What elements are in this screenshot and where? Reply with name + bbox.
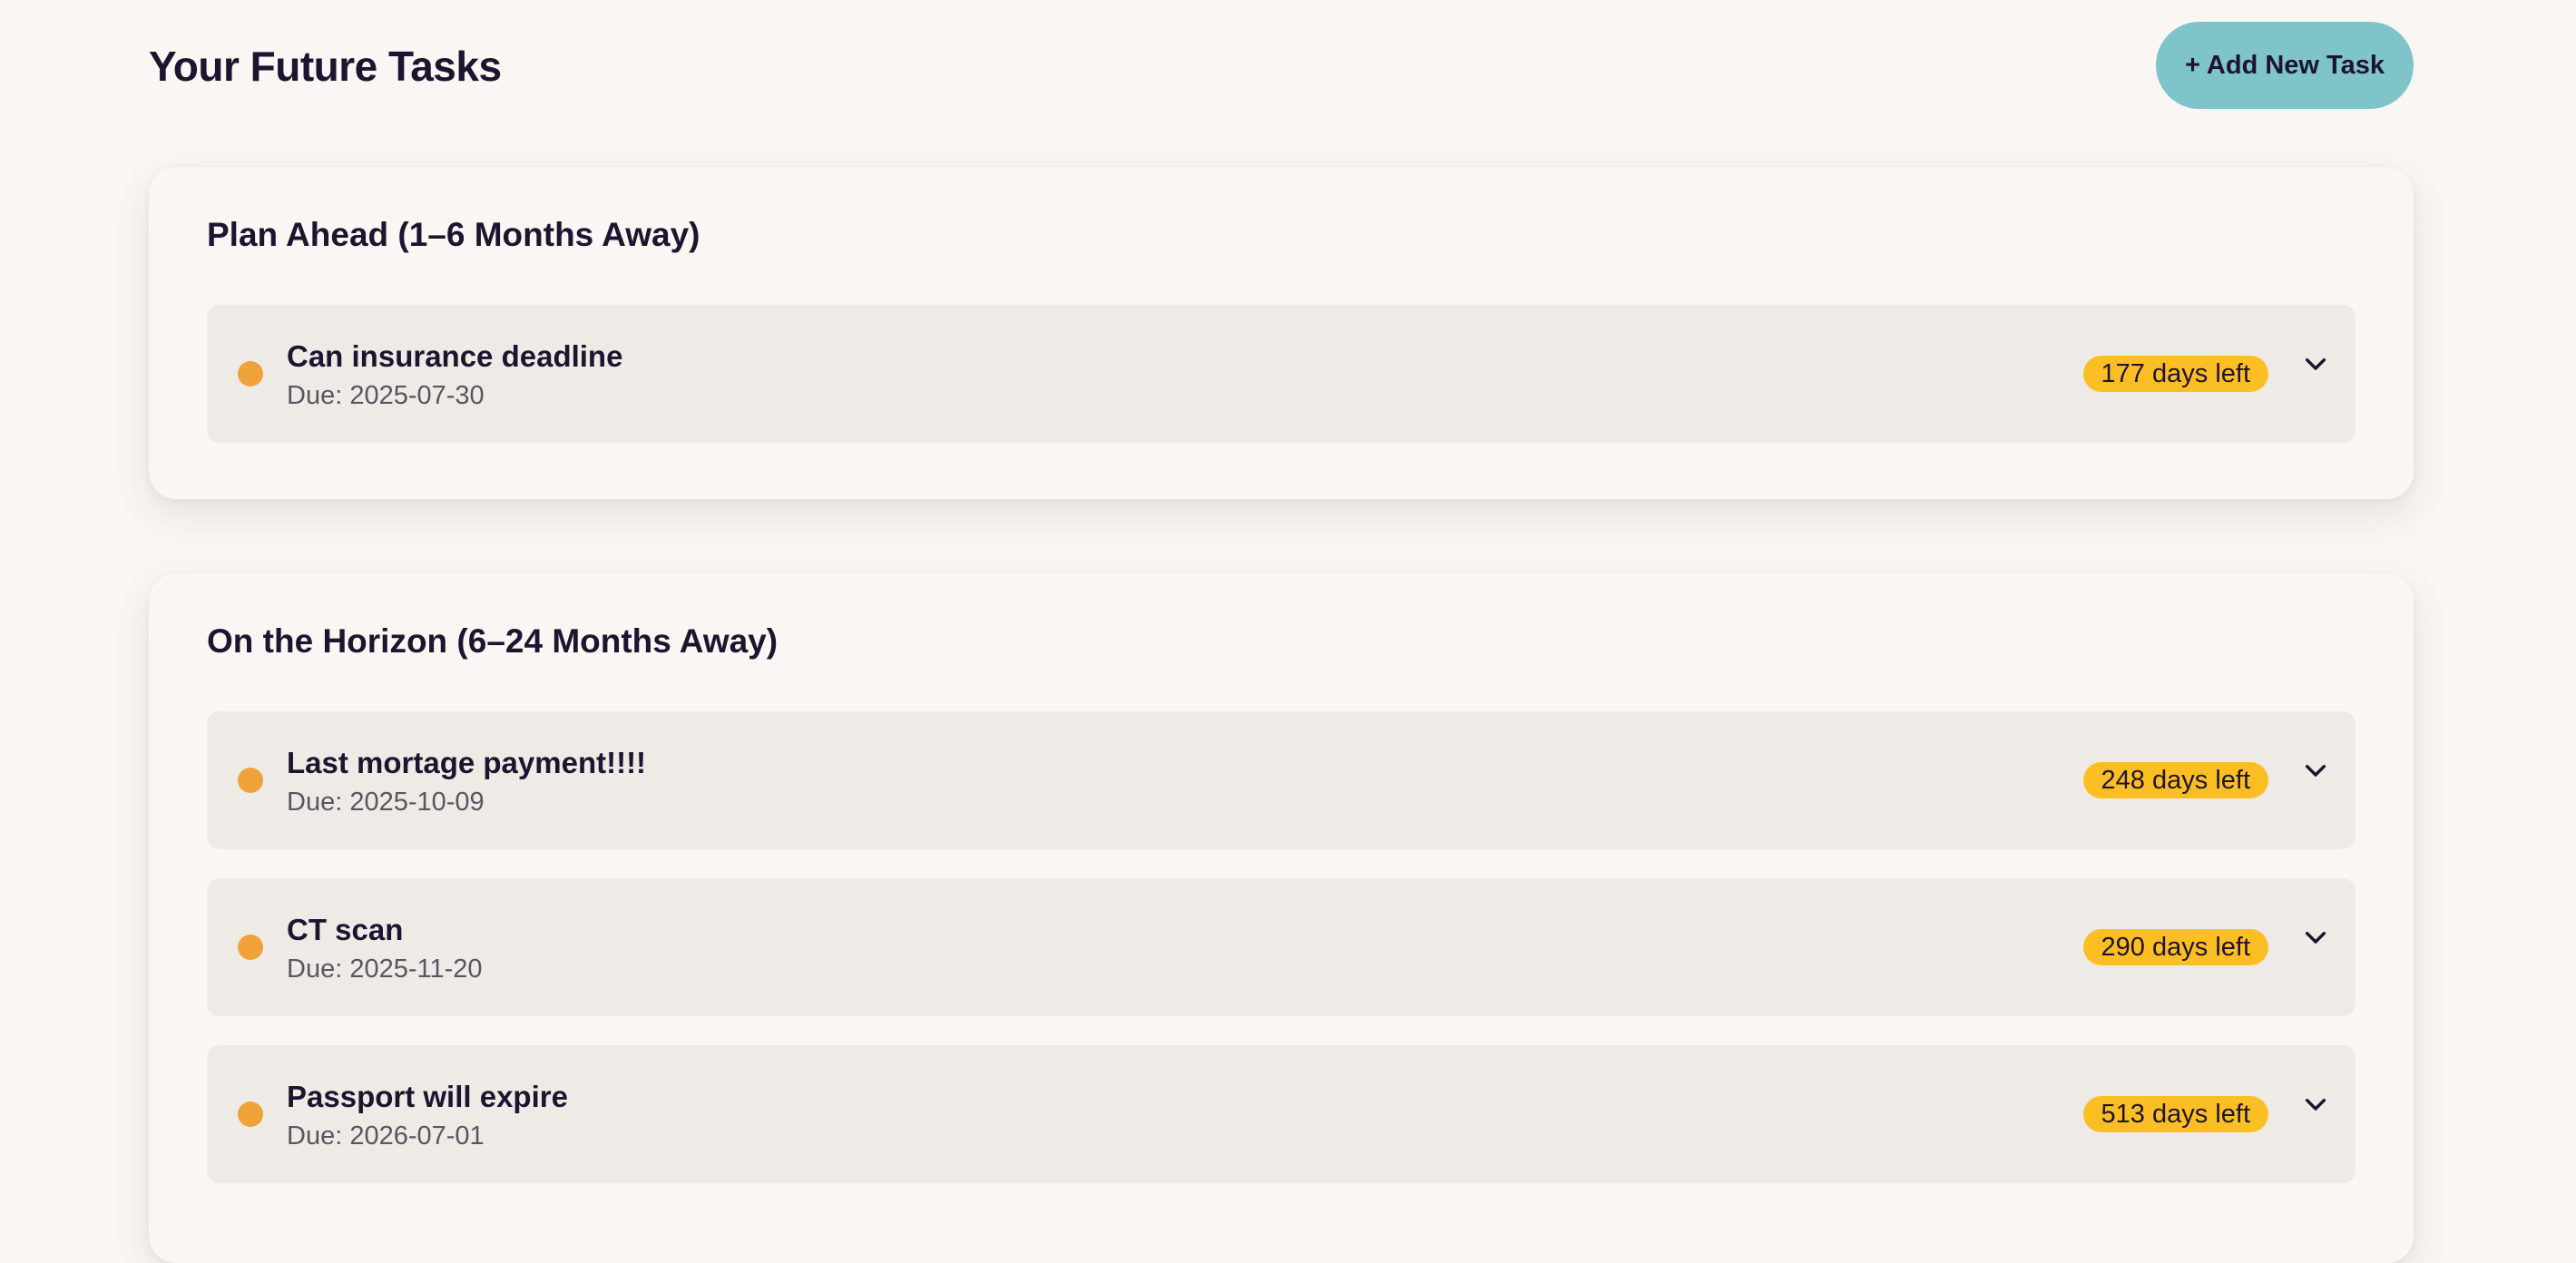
due-date-value: 2025-11-20	[349, 955, 483, 984]
task-item[interactable]: CT scan Due: 2025-11-20 290 days left	[207, 878, 2356, 1016]
chevron-down-icon[interactable]	[2301, 350, 2330, 379]
due-prefix: Due:	[287, 1121, 350, 1150]
task-due-date: Due: 2025-11-20	[287, 955, 483, 984]
chevron-down-icon[interactable]	[2301, 924, 2330, 953]
days-left-badge: 290 days left	[2082, 929, 2268, 965]
days-suffix: left	[2215, 933, 2250, 962]
days-suffix: left	[2215, 766, 2250, 795]
task-title: CT scan	[287, 913, 404, 946]
status-dot-icon	[238, 361, 263, 387]
plan-ahead-section: Plan Ahead (1–6 Months Away) Can insuran…	[149, 167, 2414, 499]
status-dot-icon	[238, 935, 263, 960]
due-date-value: 2026-07-01	[349, 1121, 485, 1150]
days-unit: days	[2151, 933, 2209, 962]
days-count: 248	[2101, 766, 2145, 795]
days-count: 513	[2101, 1100, 2145, 1129]
task-item[interactable]: Can insurance deadline Due: 2025-07-30 1…	[207, 305, 2356, 443]
due-prefix: Due:	[287, 955, 350, 984]
days-suffix: left	[2215, 1100, 2250, 1129]
section-title: Plan Ahead (1–6 Months Away)	[207, 216, 700, 253]
due-date-value: 2025-07-30	[349, 381, 485, 410]
chevron-down-icon[interactable]	[2301, 1091, 2330, 1120]
days-left-badge: 248 days left	[2082, 762, 2268, 798]
on-the-horizon-section: On the Horizon (6–24 Months Away) Last m…	[149, 573, 2414, 1263]
due-prefix: Due:	[287, 381, 350, 410]
task-due-date: Due: 2025-10-09	[287, 788, 485, 818]
task-due-date: Due: 2025-07-30	[287, 381, 485, 411]
days-suffix: left	[2215, 359, 2250, 388]
page-header: Your Future Tasks + Add New Task	[149, 0, 2414, 136]
status-dot-icon	[238, 768, 263, 793]
task-due-date: Due: 2026-07-01	[287, 1121, 485, 1151]
days-left-badge: 513 days left	[2082, 1096, 2268, 1132]
days-count: 290	[2101, 933, 2145, 962]
days-left-badge: 177 days left	[2082, 356, 2268, 392]
page-title: Your Future Tasks	[149, 43, 502, 90]
add-new-task-button[interactable]: + Add New Task	[2156, 22, 2414, 109]
task-title: Last mortage payment!!!!	[287, 746, 647, 779]
task-title: Can insurance deadline	[287, 339, 623, 373]
days-unit: days	[2151, 766, 2209, 795]
days-unit: days	[2151, 1100, 2209, 1129]
due-date-value: 2025-10-09	[349, 788, 485, 817]
days-count: 177	[2101, 359, 2145, 388]
due-prefix: Due:	[287, 788, 350, 817]
task-item[interactable]: Last mortage payment!!!! Due: 2025-10-09…	[207, 711, 2356, 849]
days-unit: days	[2151, 359, 2209, 388]
task-item[interactable]: Passport will expire Due: 2026-07-01 513…	[207, 1045, 2356, 1183]
chevron-down-icon[interactable]	[2301, 757, 2330, 786]
section-title: On the Horizon (6–24 Months Away)	[207, 622, 779, 660]
future-tasks-page: Your Future Tasks + Add New Task Plan Ah…	[149, 0, 2414, 1263]
task-title: Passport will expire	[287, 1080, 568, 1113]
status-dot-icon	[238, 1101, 263, 1127]
